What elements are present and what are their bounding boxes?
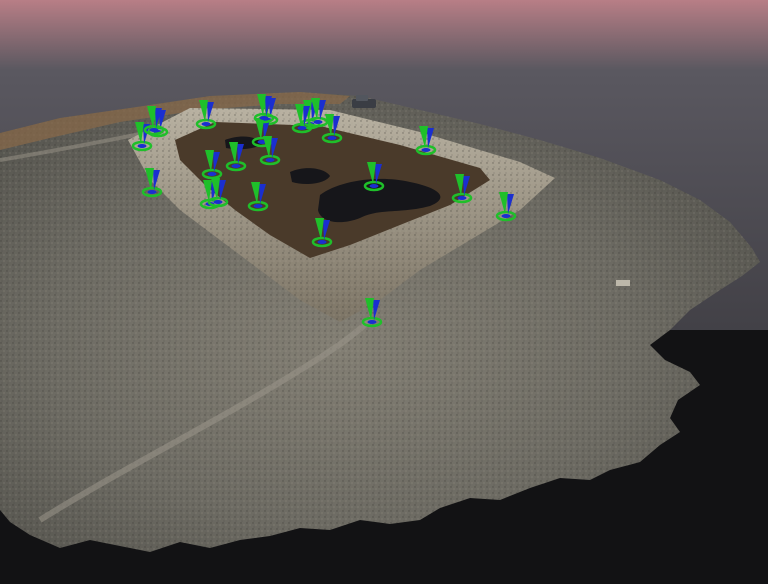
debris	[616, 280, 630, 286]
marker-base-center	[313, 120, 323, 124]
3d-point-cloud-viewport[interactable]	[0, 0, 768, 584]
marker-base-center	[297, 126, 307, 130]
point-cloud-scene[interactable]	[0, 0, 768, 584]
marker-base-center	[201, 122, 211, 126]
marker-base-center	[317, 240, 327, 244]
marker-base-center	[327, 136, 337, 140]
marker-base-center	[253, 204, 263, 208]
marker-base-center	[259, 116, 269, 120]
marker-base-center	[501, 214, 511, 218]
marker-base-center	[457, 196, 467, 200]
marker-base-center	[231, 164, 241, 168]
marker-base-center	[369, 184, 379, 188]
marker-base-center	[421, 148, 431, 152]
marker-base-center	[147, 190, 157, 194]
marker-base-center	[367, 320, 377, 324]
marker-base-center	[265, 158, 275, 162]
marker-base-center	[149, 128, 159, 132]
marker-base-center	[213, 200, 223, 204]
marker-base-center	[137, 144, 147, 148]
marker-base-center	[207, 172, 217, 176]
